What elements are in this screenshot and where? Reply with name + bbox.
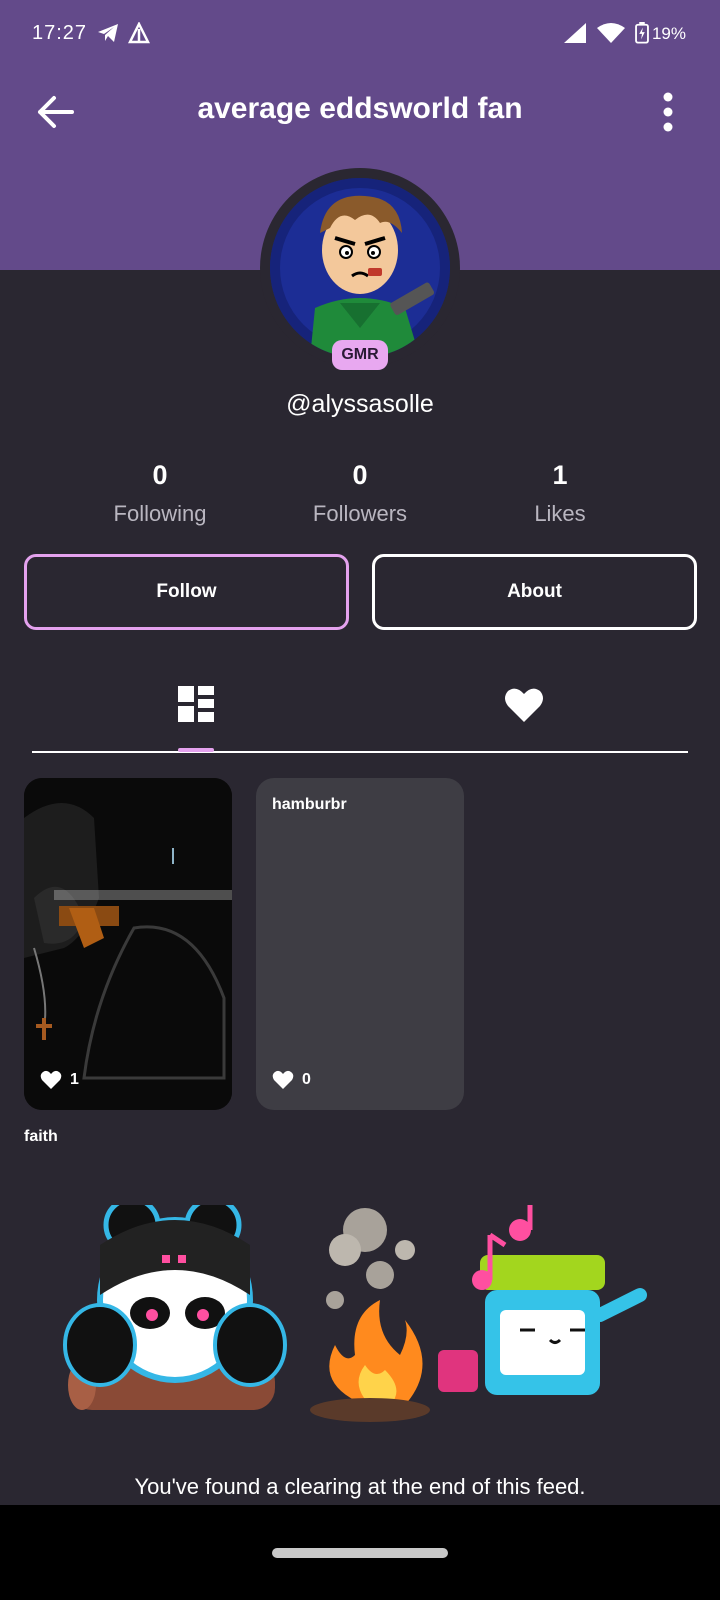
- following-label: Following: [113, 501, 207, 526]
- followers-label: Followers: [312, 501, 408, 526]
- telegram-icon: [98, 24, 118, 42]
- avatar-illustration: [270, 178, 450, 358]
- home-gesture-handle[interactable]: [272, 1548, 448, 1558]
- drive-alert-icon: [128, 22, 150, 44]
- likes-count: 1: [552, 460, 568, 490]
- back-arrow-icon[interactable]: [34, 90, 78, 134]
- post-title: faith: [24, 1128, 58, 1145]
- battery-icon: [635, 22, 649, 44]
- battery-percentage: 19%: [651, 24, 686, 43]
- status-time: 17:27: [32, 22, 88, 44]
- end-of-feed-message: You've found a clearing at the end of th…: [134, 1474, 586, 1499]
- post-card[interactable]: hamburbr 0: [256, 778, 464, 1110]
- follow-button[interactable]: Follow: [24, 554, 349, 630]
- likes-label: Likes: [534, 501, 586, 526]
- post-card[interactable]: 1: [24, 778, 232, 1110]
- stat-likes[interactable]: 1 Likes: [460, 460, 660, 527]
- stat-following[interactable]: 0 Following: [60, 460, 260, 527]
- post-thumbnail-image: [24, 778, 232, 1110]
- post-title: hamburbr: [272, 796, 347, 813]
- post-like-count: 0: [272, 1070, 311, 1090]
- cell-signal-icon: [564, 23, 586, 43]
- tab-posts-grid-icon[interactable]: [166, 680, 226, 730]
- post-like-count: 1: [40, 1070, 79, 1090]
- wifi-icon: [597, 23, 625, 43]
- post-likes-value: 0: [302, 1071, 311, 1088]
- gmr-badge: GMR: [332, 340, 388, 370]
- status-bar: 17:27 19%: [0, 0, 720, 70]
- page-title: average eddsworld fan: [197, 92, 523, 125]
- heart-icon: [40, 1070, 62, 1089]
- stat-followers[interactable]: 0 Followers: [260, 460, 460, 527]
- more-options-icon[interactable]: [660, 92, 676, 132]
- tab-likes-heart-icon[interactable]: [494, 680, 554, 730]
- post-likes-value: 1: [70, 1071, 79, 1088]
- about-button[interactable]: About: [372, 554, 697, 630]
- end-of-feed-illustration: [63, 1205, 647, 1422]
- tabs-divider: [32, 751, 688, 753]
- avatar[interactable]: [270, 178, 450, 358]
- active-tab-indicator: [178, 748, 214, 752]
- following-count: 0: [152, 460, 168, 490]
- username-handle: @alyssasolle: [286, 390, 434, 418]
- followers-count: 0: [352, 460, 368, 490]
- heart-icon: [272, 1070, 294, 1089]
